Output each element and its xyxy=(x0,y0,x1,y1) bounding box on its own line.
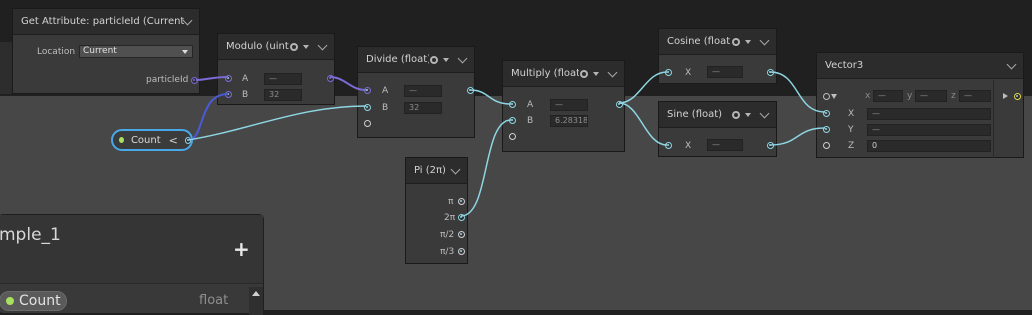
wire-multiply-to-cosine xyxy=(618,71,668,104)
wire-divide-to-multiply-a xyxy=(469,89,512,105)
blackboard-header: mple_1 + xyxy=(0,215,263,284)
wire-cosine-to-vector3-x xyxy=(769,71,826,113)
graph-canvas[interactable]: Get Attribute: particleId (Current) Loca… xyxy=(0,0,1032,315)
wire-particleid-to-modulo xyxy=(195,76,229,81)
property-type-dot xyxy=(6,297,14,305)
add-property-button[interactable]: + xyxy=(233,237,250,261)
property-pill[interactable]: Count xyxy=(0,291,67,311)
scrollbar[interactable] xyxy=(249,287,263,315)
wire-count-to-divide-b xyxy=(187,105,367,141)
scroll-up-arrow-icon[interactable] xyxy=(252,291,260,296)
property-name: Count xyxy=(19,293,61,309)
blackboard-panel[interactable]: mple_1 + Count float xyxy=(0,214,264,315)
property-type: float xyxy=(199,293,229,308)
wire-sine-to-vector3-y xyxy=(769,127,826,146)
wire-modulo-to-divide-a xyxy=(329,76,367,91)
blackboard-title: mple_1 xyxy=(0,225,61,245)
property-row[interactable]: Count float xyxy=(0,287,263,315)
wire-multiply-to-sine xyxy=(618,102,668,146)
wire-pi-to-multiply-b xyxy=(460,119,512,217)
